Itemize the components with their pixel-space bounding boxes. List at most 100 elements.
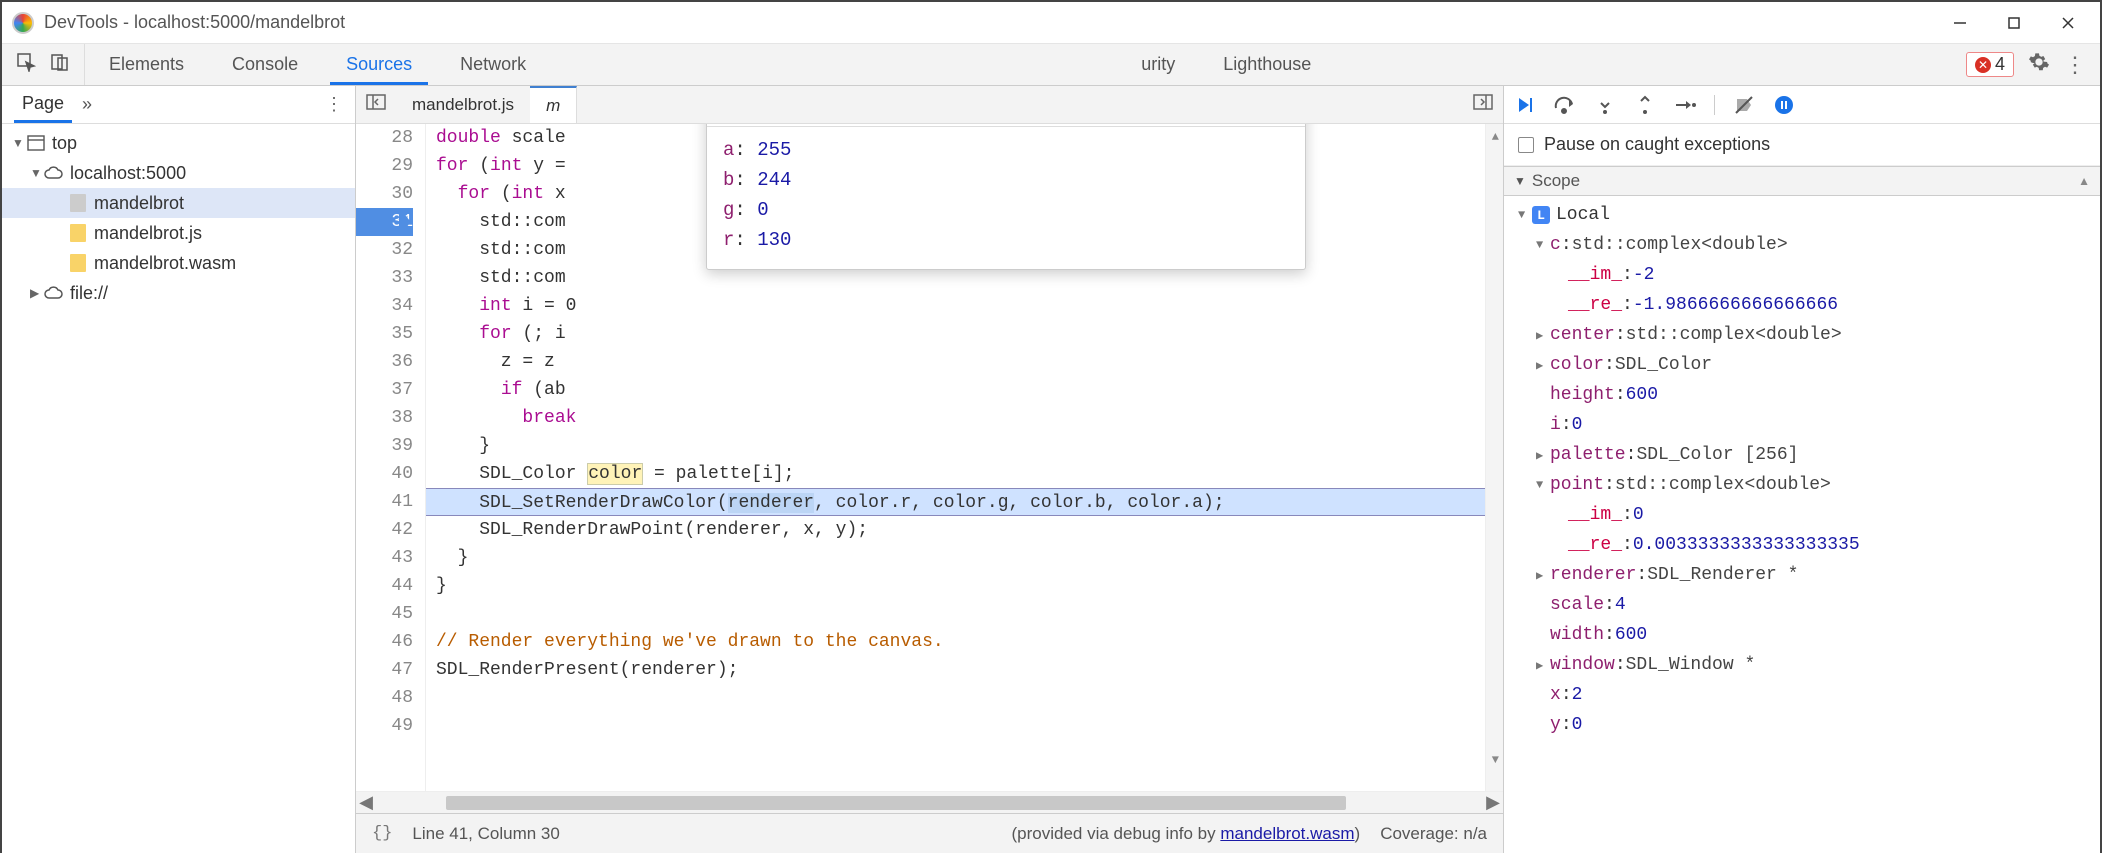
scope-var-center[interactable]: ▶center: std::complex<double> [1512, 320, 2100, 350]
scroll-up-icon[interactable]: ▲ [2078, 174, 2090, 188]
navigator-tab-page[interactable]: Page [14, 86, 72, 123]
scope-var-palette[interactable]: ▶palette: SDL_Color [256] [1512, 440, 2100, 470]
scope-var-point-re[interactable]: __re_: 0.0033333333333333335 [1512, 530, 2100, 560]
tab-network[interactable]: Network [436, 44, 550, 85]
inspect-icon[interactable] [16, 52, 36, 77]
close-button[interactable] [2056, 11, 2080, 35]
navigator-panel: Page » ⋮ ▼ top ▼ localhost:5000 mandelbr… [2, 86, 356, 853]
debugger-toolbar [1504, 86, 2100, 124]
hover-variable[interactable]: color [587, 463, 643, 485]
execution-line-marker: 31 [356, 208, 413, 236]
tree-label: mandelbrot [94, 193, 184, 214]
pause-on-exceptions-icon[interactable] [1773, 94, 1795, 116]
wasm-source-link[interactable]: mandelbrot.wasm [1220, 824, 1354, 843]
error-count: 4 [1995, 54, 2005, 75]
minimize-button[interactable] [1948, 11, 1972, 35]
file-icon [68, 223, 88, 243]
window-title: DevTools - localhost:5000/mandelbrot [44, 12, 1938, 33]
step-out-icon[interactable] [1634, 94, 1656, 116]
scope-var-x[interactable]: x: 2 [1512, 680, 2100, 710]
file-icon [68, 253, 88, 273]
debug-info-source: (provided via debug info by mandelbrot.w… [1012, 824, 1361, 844]
editor-status-bar: {} Line 41, Column 30 (provided via debu… [356, 813, 1503, 853]
cloud-icon [44, 283, 64, 303]
device-toggle-icon[interactable] [50, 52, 70, 77]
tab-lighthouse[interactable]: Lighthouse [1199, 44, 1335, 85]
kebab-menu-icon[interactable]: ⋮ [2064, 52, 2086, 78]
pause-label: Pause on caught exceptions [1544, 134, 1770, 155]
scope-var-window[interactable]: ▶window: SDL_Window * [1512, 650, 2100, 680]
scope-var-width[interactable]: width: 600 [1512, 620, 2100, 650]
tree-file-mandelbrot[interactable]: mandelbrot [2, 188, 355, 218]
scope-var-point-im[interactable]: __im_: 0 [1512, 500, 2100, 530]
tree-file-mandelbrot-js[interactable]: mandelbrot.js [2, 218, 355, 248]
checkbox[interactable] [1518, 137, 1534, 153]
scope-var-y[interactable]: y: 0 [1512, 710, 2100, 740]
editor-tabs: mandelbrot.js m [356, 86, 1503, 124]
tree-label: mandelbrot.js [94, 223, 202, 244]
scope-var-i[interactable]: i: 0 [1512, 410, 2100, 440]
code-area[interactable]: double scale for (int y = for (int x std… [426, 124, 1503, 791]
editor-body[interactable]: 28 29 30 31 32 33 34 35 36 37 38 39 40 4… [356, 124, 1503, 791]
scope-var-c[interactable]: ▼c: std::complex<double> [1512, 230, 2100, 260]
scope-local[interactable]: ▼LLocal [1512, 200, 2100, 230]
file-icon [68, 193, 88, 213]
editor-tab-cc[interactable]: m [530, 86, 577, 123]
tree-file-mandelbrot-wasm[interactable]: mandelbrot.wasm [2, 248, 355, 278]
file-tree: ▼ top ▼ localhost:5000 mandelbrot mandel… [2, 124, 355, 312]
main-area: Page » ⋮ ▼ top ▼ localhost:5000 mandelbr… [2, 86, 2100, 853]
scope-var-color[interactable]: ▶color: SDL_Color [1512, 350, 2100, 380]
pause-on-caught-row[interactable]: Pause on caught exceptions [1504, 124, 2100, 166]
editor-nav-toggle-icon[interactable] [356, 94, 396, 115]
deactivate-breakpoints-icon[interactable] [1733, 94, 1755, 116]
tooltip-row: g: 0 [723, 195, 1289, 225]
step-over-icon[interactable] [1554, 94, 1576, 116]
tooltip-row: b: 244 [723, 165, 1289, 195]
tooltip-row: a: 255 [723, 135, 1289, 165]
scope-var-point[interactable]: ▼point: std::complex<double> [1512, 470, 2100, 500]
scope-var-height[interactable]: height: 600 [1512, 380, 2100, 410]
maximize-button[interactable] [2002, 11, 2026, 35]
tree-label: top [52, 133, 77, 154]
tab-security[interactable]: Security [1110, 44, 1199, 85]
tab-sources[interactable]: Sources [322, 44, 436, 85]
scroll-up-icon[interactable]: ▲ [1492, 130, 1499, 144]
scroll-right-icon[interactable]: ▶ [1483, 792, 1503, 813]
editor-vscrollbar[interactable]: ▲ ▼ [1485, 124, 1503, 791]
tree-file-scheme[interactable]: ▶ file:// [2, 278, 355, 308]
tree-label: file:// [70, 283, 108, 304]
scope-var-c-im[interactable]: __im_: -2 [1512, 260, 2100, 290]
current-step-line: SDL_SetRenderDrawColor(renderer, color.r… [426, 488, 1503, 516]
devtools-tabs: Elements Console Sources Network Securit… [2, 44, 2100, 86]
local-badge-icon: L [1532, 206, 1550, 224]
value-tooltip: SDL_Color a: 255 b: 244 g: 0 r: 130 [706, 124, 1306, 270]
tooltip-row: r: 130 [723, 225, 1289, 255]
resume-icon[interactable] [1514, 94, 1536, 116]
tab-elements[interactable]: Elements [85, 44, 208, 85]
step-into-icon[interactable] [1594, 94, 1616, 116]
navigator-menu-icon[interactable]: ⋮ [325, 94, 343, 115]
coverage-status: Coverage: n/a [1380, 824, 1487, 844]
scope-var-c-re[interactable]: __re_: -1.9866666666666666 [1512, 290, 2100, 320]
tree-host[interactable]: ▼ localhost:5000 [2, 158, 355, 188]
tree-label: localhost:5000 [70, 163, 186, 184]
step-icon[interactable] [1674, 94, 1696, 116]
pretty-print-icon[interactable]: {} [372, 824, 392, 843]
scope-var-renderer[interactable]: ▶renderer: SDL_Renderer * [1512, 560, 2100, 590]
scroll-down-icon[interactable]: ▼ [1492, 753, 1499, 767]
devtools-logo-icon [12, 12, 34, 34]
more-tabs-icon[interactable]: » [82, 94, 92, 115]
editor-tab-js[interactable]: mandelbrot.js [396, 86, 530, 123]
line-gutter[interactable]: 28 29 30 31 32 33 34 35 36 37 38 39 40 4… [356, 124, 426, 791]
tab-console[interactable]: Console [208, 44, 322, 85]
window-controls [1938, 11, 2090, 35]
tree-top[interactable]: ▼ top [2, 128, 355, 158]
scope-header[interactable]: ▼Scope ▲ [1504, 166, 2100, 196]
scrollbar-thumb[interactable] [446, 796, 1346, 810]
scroll-left-icon[interactable]: ◀ [356, 792, 376, 813]
editor-nav-toggle-right-icon[interactable] [1463, 94, 1503, 115]
scope-var-scale[interactable]: scale: 4 [1512, 590, 2100, 620]
error-count-badge[interactable]: ✕ 4 [1966, 52, 2014, 77]
settings-icon[interactable] [2028, 51, 2050, 78]
editor-hscrollbar[interactable]: ◀ ▶ [356, 791, 1503, 813]
